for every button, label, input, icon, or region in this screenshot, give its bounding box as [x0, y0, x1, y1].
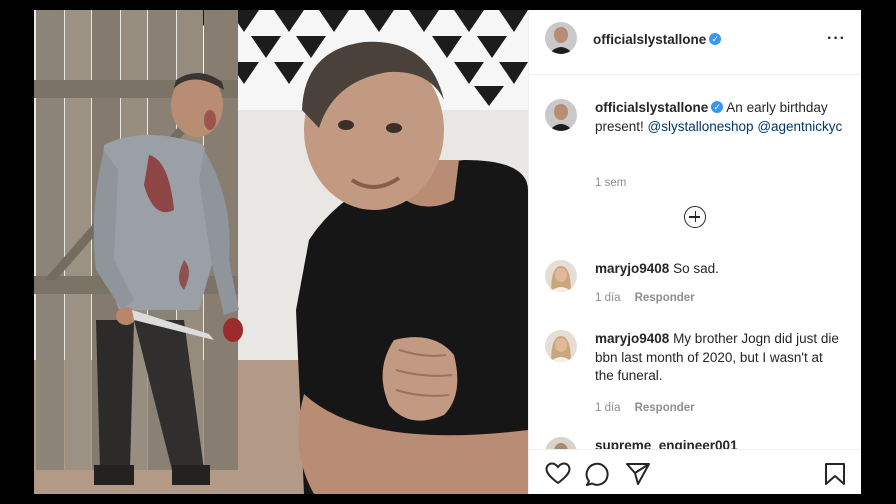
caption-avatar-image	[545, 99, 577, 131]
post-photo-image	[34, 10, 528, 494]
post-photo[interactable]	[34, 10, 528, 494]
comment-text-block: maryjo9408 My brother Jogn did just die …	[595, 330, 845, 386]
post-caption: officialslystallone ✓ An early birthday p…	[545, 99, 845, 189]
caption-avatar[interactable]	[545, 99, 577, 131]
commenter-avatar[interactable]	[545, 437, 577, 449]
comment-item: maryjo9408 My brother Jogn did just die …	[545, 330, 845, 420]
commenter-avatar-image	[545, 260, 577, 292]
header-username[interactable]: officialslystallone	[593, 32, 706, 47]
instagram-post-modal: officialslystallone ✓ ··· officialslystal…	[34, 10, 861, 494]
post-side-panel: officialslystallone ✓ ··· officialslystal…	[528, 10, 861, 494]
caption-mention-link[interactable]: @agentnickyc	[757, 119, 842, 134]
commenter-avatar-image	[545, 437, 577, 449]
author-avatar[interactable]	[545, 22, 577, 54]
plus-circle-icon[interactable]	[684, 206, 706, 228]
comment-username[interactable]: supreme_engineer001	[595, 438, 738, 449]
commenter-avatar[interactable]	[545, 260, 577, 292]
comment-text: So sad.	[669, 261, 719, 276]
header-author: officialslystallone ✓	[593, 31, 722, 49]
caption-username[interactable]: officialslystallone	[595, 100, 708, 115]
more-options-icon[interactable]: ···	[827, 30, 846, 48]
caption-text-block: officialslystallone ✓ An early birthday p…	[595, 99, 845, 136]
share-icon[interactable]	[625, 462, 651, 486]
commenter-avatar[interactable]	[545, 330, 577, 362]
verified-badge-icon: ✓	[709, 32, 722, 45]
caption-mention-link[interactable]: @slystalloneshop	[648, 119, 754, 134]
bookmark-icon[interactable]	[824, 462, 846, 486]
reply-button[interactable]: Responder	[635, 292, 695, 304]
comment-meta: 1 día Responder	[595, 292, 695, 304]
comment-icon[interactable]	[585, 462, 611, 486]
comment-time: 1 día	[595, 292, 621, 304]
action-bar	[529, 449, 861, 494]
reply-button[interactable]: Responder	[635, 402, 695, 414]
verified-badge-icon: ✓	[711, 101, 724, 114]
comment-text-block: maryjo9408 So sad.	[595, 260, 845, 279]
caption-time: 1 sem	[595, 177, 627, 189]
comment-item: maryjo9408 So sad. 1 día Responder	[545, 260, 845, 310]
comment-time: 1 día	[595, 402, 621, 414]
post-header: officialslystallone ✓ ···	[529, 10, 861, 75]
author-avatar-image	[545, 22, 577, 54]
comment-meta: 1 día Responder	[595, 402, 695, 414]
commenter-avatar-image	[545, 330, 577, 362]
comment-item: supreme_engineer001	[545, 437, 845, 449]
comment-username[interactable]: maryjo9408	[595, 331, 669, 346]
comment-text-block: supreme_engineer001	[595, 437, 845, 449]
comments-list[interactable]: officialslystallone ✓ An early birthday p…	[529, 75, 861, 449]
comment-username[interactable]: maryjo9408	[595, 261, 669, 276]
heart-icon[interactable]	[545, 462, 571, 486]
